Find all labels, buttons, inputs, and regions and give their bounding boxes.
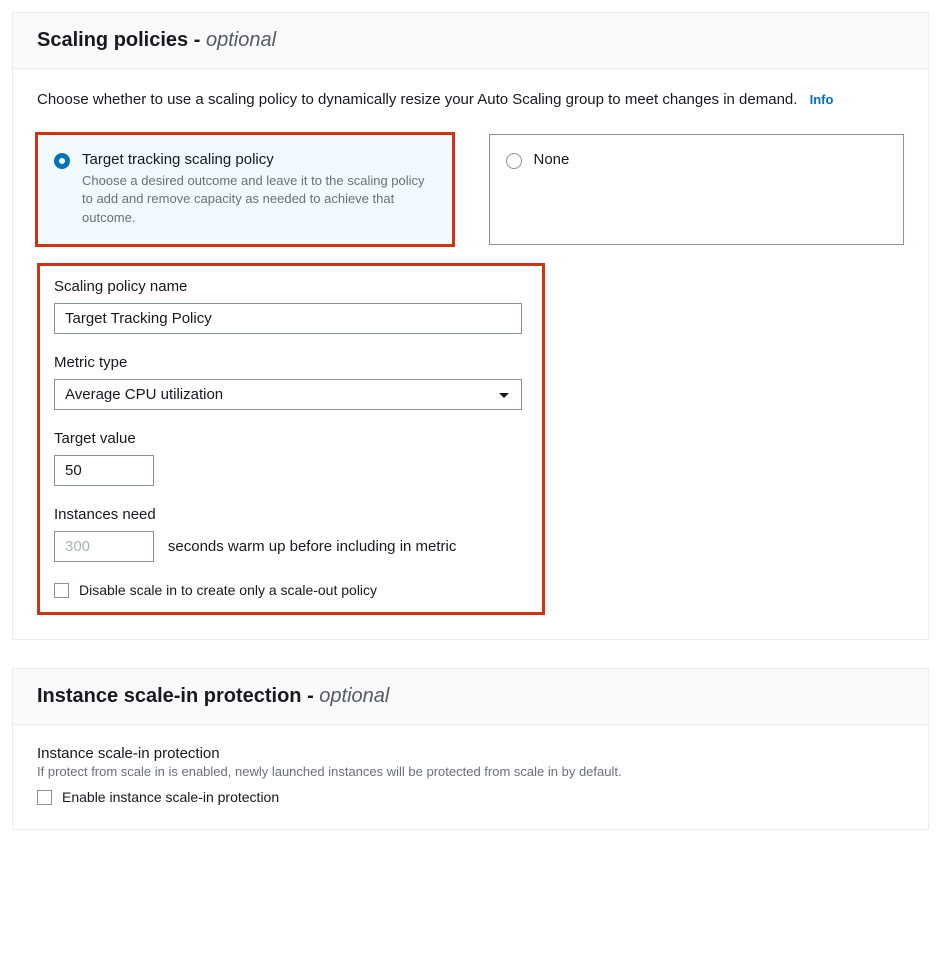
policy-name-input[interactable] (54, 303, 522, 334)
scaling-policies-header: Scaling policies - optional (13, 13, 928, 69)
protection-subheading: Instance scale-in protection (37, 745, 904, 762)
scale-in-protection-title: Instance scale-in protection - optional (37, 685, 389, 708)
info-link[interactable]: Info (810, 92, 834, 107)
warmup-suffix-text: seconds warm up before including in metr… (168, 538, 456, 555)
target-value-label: Target value (54, 430, 528, 447)
radio-unchecked-icon (506, 153, 522, 169)
policy-settings-highlight: Scaling policy name Metric type Average … (37, 263, 545, 615)
scaling-policies-description: Choose whether to use a scaling policy t… (37, 89, 904, 112)
policy-name-label: Scaling policy name (54, 278, 528, 295)
warmup-seconds-input[interactable] (54, 531, 154, 562)
scale-in-protection-header: Instance scale-in protection - optional (13, 669, 928, 725)
metric-type-label: Metric type (54, 354, 528, 371)
enable-protection-checkbox[interactable] (37, 790, 52, 805)
scaling-policies-title: Scaling policies - optional (37, 29, 276, 52)
scale-in-protection-panel: Instance scale-in protection - optional … (12, 668, 929, 830)
enable-protection-label: Enable instance scale-in protection (62, 789, 279, 805)
metric-type-select[interactable]: Average CPU utilization (54, 379, 522, 410)
radio-checked-icon (54, 153, 70, 169)
protection-helper-text: If protect from scale in is enabled, new… (37, 764, 904, 779)
target-tracking-title: Target tracking scaling policy (82, 151, 434, 168)
disable-scale-in-label: Disable scale in to create only a scale-… (79, 582, 377, 598)
none-option[interactable]: None (489, 134, 905, 246)
policy-type-radio-group: Target tracking scaling policy Choose a … (37, 134, 904, 246)
disable-scale-in-checkbox[interactable] (54, 583, 69, 598)
target-tracking-option[interactable]: Target tracking scaling policy Choose a … (37, 134, 453, 246)
target-value-input[interactable] (54, 455, 154, 486)
none-title: None (534, 151, 570, 168)
instances-need-label: Instances need (54, 506, 528, 523)
target-tracking-description: Choose a desired outcome and leave it to… (82, 172, 434, 229)
scaling-policies-panel: Scaling policies - optional Choose wheth… (12, 12, 929, 640)
